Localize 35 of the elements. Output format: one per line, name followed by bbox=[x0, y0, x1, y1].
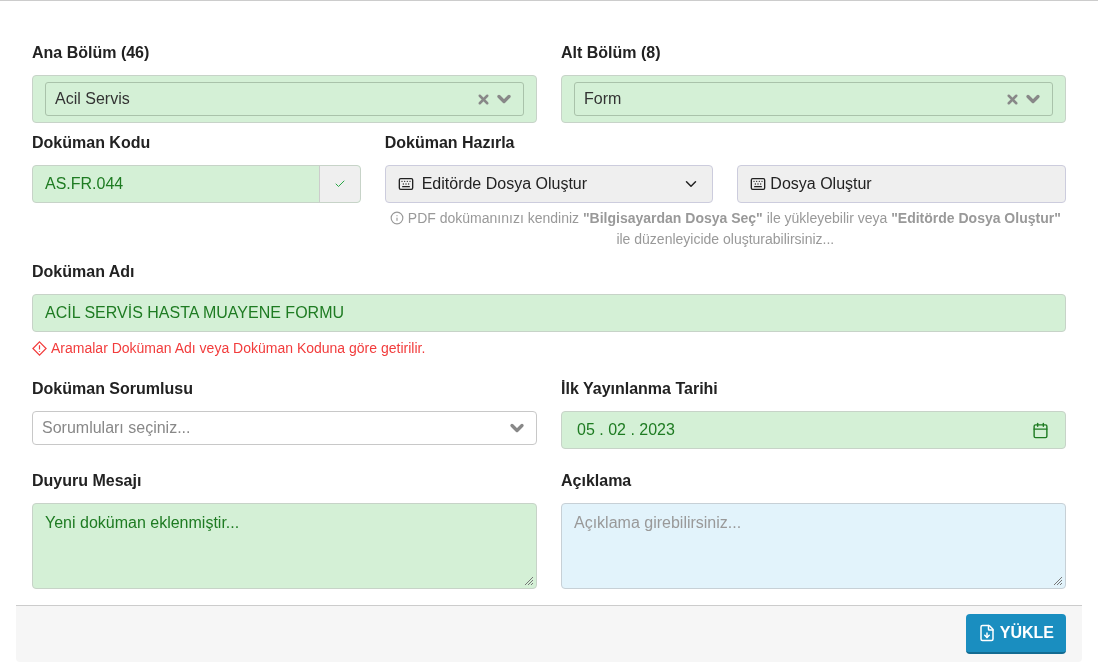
field-label: Açıklama bbox=[561, 471, 632, 491]
field-label: Doküman Kodu bbox=[32, 133, 151, 153]
clear-icon[interactable] bbox=[476, 91, 491, 107]
field-label: İlk Yayınlanma Tarihi bbox=[561, 379, 718, 399]
keyboard-icon bbox=[750, 176, 767, 192]
calendar-icon[interactable] bbox=[1032, 421, 1049, 439]
warning-text: Aramalar Doküman Adı veya Doküman Koduna göre getirilir. bbox=[51, 339, 426, 358]
select-value: Acil Servis bbox=[55, 89, 131, 109]
download-icon bbox=[977, 624, 996, 642]
select-field[interactable]: Form bbox=[561, 75, 1066, 123]
field-label: Duyuru Mesajı bbox=[32, 471, 142, 491]
date-field[interactable]: 05 . 02 . 2023 bbox=[561, 411, 1066, 449]
message-textarea[interactable]: Açıklama girebilirsiniz... bbox=[561, 503, 1066, 589]
name-field[interactable]: ACİL SERVİS HASTA MUAYENE FORMU bbox=[32, 294, 1066, 332]
help-text: PDF dokümanınızı kendiniz "Bilgisayardan Dosya Seç" ile yükleyebilir veya "Editörde Dosya Oluştur" ile düzenleyicide oluşturabilirsiniz... bbox=[407, 210, 1061, 247]
message-textarea[interactable]: Yeni doküman eklenmiştir... bbox=[32, 503, 537, 589]
field-label: Alt Bölüm (8) bbox=[561, 43, 661, 63]
resize-handle-icon[interactable] bbox=[524, 576, 534, 586]
field-label: Doküman Adı bbox=[32, 262, 135, 282]
field-label: Ana Bölüm (46) bbox=[32, 43, 150, 63]
create-mode-dropdown[interactable]: Editörde Dosya Oluştur bbox=[384, 165, 714, 203]
info-icon bbox=[389, 211, 404, 226]
resize-handle-icon[interactable] bbox=[1053, 576, 1063, 586]
select-field[interactable]: Acil Servis bbox=[32, 75, 537, 123]
select-value: Form bbox=[584, 89, 623, 109]
keyboard-icon bbox=[397, 176, 414, 192]
check-icon bbox=[333, 178, 346, 190]
field-label: Doküman Hazırla bbox=[384, 133, 515, 153]
field-label: Doküman Sorumlusu bbox=[32, 379, 193, 399]
responsible-select[interactable]: Sorumluları seçiniz... bbox=[32, 411, 537, 445]
warning-icon bbox=[32, 341, 47, 356]
create-file-button[interactable]: Dosya Oluştur bbox=[737, 165, 1066, 203]
clear-icon[interactable] bbox=[1005, 91, 1020, 107]
upload-button[interactable]: YÜKLE bbox=[965, 614, 1066, 654]
code-field[interactable]: AS.FR.044 bbox=[32, 165, 361, 203]
